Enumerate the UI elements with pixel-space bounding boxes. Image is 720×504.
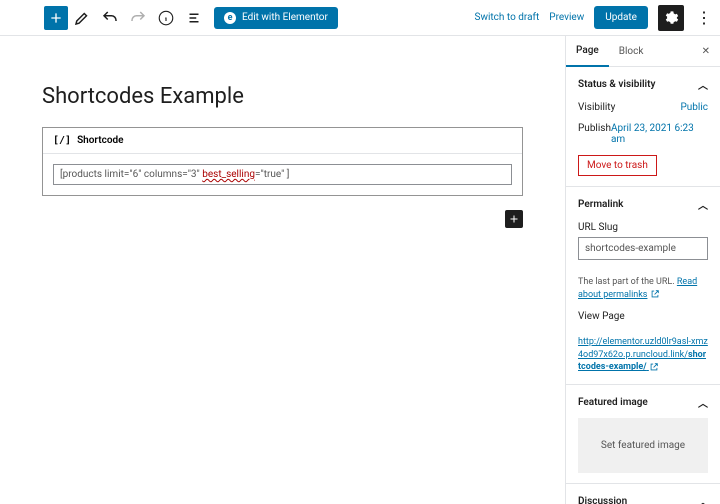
permalink-help: The last part of the URL. Read about per…: [578, 276, 708, 301]
featured-image-toggle[interactable]: Featured image︿: [578, 395, 708, 410]
elementor-label: Edit with Elementor: [242, 12, 328, 23]
status-visibility-toggle[interactable]: Status & visibility︿: [578, 77, 708, 92]
shortcode-block[interactable]: [/] Shortcode [products limit="6" column…: [42, 127, 523, 196]
chevron-up-icon: ︿: [698, 197, 708, 212]
publish-label: Publish: [578, 123, 611, 145]
tab-block[interactable]: Block: [609, 37, 654, 66]
top-toolbar: e Edit with Elementor Switch to draft Pr…: [0, 0, 720, 36]
info-button[interactable]: [152, 4, 180, 32]
external-link-icon: [649, 362, 659, 372]
external-link-icon: [650, 289, 660, 299]
featured-image-panel: Featured image︿ Set featured image: [566, 385, 720, 484]
settings-button[interactable]: [658, 5, 684, 31]
shortcode-label: Shortcode: [77, 135, 123, 146]
publish-value[interactable]: April 23, 2021 6:23 am: [611, 123, 708, 145]
view-page-url[interactable]: http://elementor.uzld0lr9asl-xmz4od97x62…: [578, 336, 708, 374]
preview-button[interactable]: Preview: [549, 12, 584, 23]
editor-canvas: Shortcodes Example [/] Shortcode [produc…: [0, 0, 565, 504]
visibility-value[interactable]: Public: [680, 102, 708, 113]
outline-button[interactable]: [180, 4, 208, 32]
shortcode-block-header: [/] Shortcode: [43, 128, 522, 154]
shortcode-icon: [/]: [53, 135, 71, 146]
settings-sidebar: Page Block ✕ Status & visibility︿ Visibi…: [565, 0, 720, 504]
shortcode-input[interactable]: [products limit="6" columns="3" best_sel…: [53, 164, 512, 185]
set-featured-image-button[interactable]: Set featured image: [578, 418, 708, 473]
view-page-label: View Page: [578, 311, 708, 322]
redo-button[interactable]: [124, 4, 152, 32]
tab-page[interactable]: Page: [566, 36, 609, 67]
edit-mode-button[interactable]: [68, 4, 96, 32]
append-block-button[interactable]: [505, 210, 523, 228]
undo-button[interactable]: [96, 4, 124, 32]
add-block-button[interactable]: [44, 6, 68, 30]
close-sidebar-button[interactable]: ✕: [692, 46, 720, 57]
url-slug-label: URL Slug: [578, 222, 708, 233]
status-visibility-panel: Status & visibility︿ Visibility Public P…: [566, 67, 720, 187]
chevron-up-icon: ︿: [698, 395, 708, 410]
permalink-panel: Permalink︿ URL Slug The last part of the…: [566, 187, 720, 385]
discussion-panel: Discussion︿ Allow comments: [566, 484, 720, 504]
more-options-button[interactable]: ⋮: [694, 8, 714, 27]
chevron-up-icon: ︿: [698, 77, 708, 92]
page-title[interactable]: Shortcodes Example: [42, 84, 523, 109]
permalink-toggle[interactable]: Permalink︿: [578, 197, 708, 212]
move-to-trash-button[interactable]: Move to trash: [578, 155, 657, 176]
edit-elementor-button[interactable]: e Edit with Elementor: [214, 7, 338, 29]
url-slug-input[interactable]: [578, 237, 708, 260]
chevron-up-icon: ︿: [698, 494, 708, 504]
sidebar-tabs: Page Block ✕: [566, 36, 720, 67]
visibility-label: Visibility: [578, 102, 615, 113]
update-button[interactable]: Update: [594, 6, 648, 29]
discussion-toggle[interactable]: Discussion︿: [578, 494, 708, 504]
switch-draft-button[interactable]: Switch to draft: [475, 12, 540, 23]
elementor-icon: e: [224, 12, 236, 24]
